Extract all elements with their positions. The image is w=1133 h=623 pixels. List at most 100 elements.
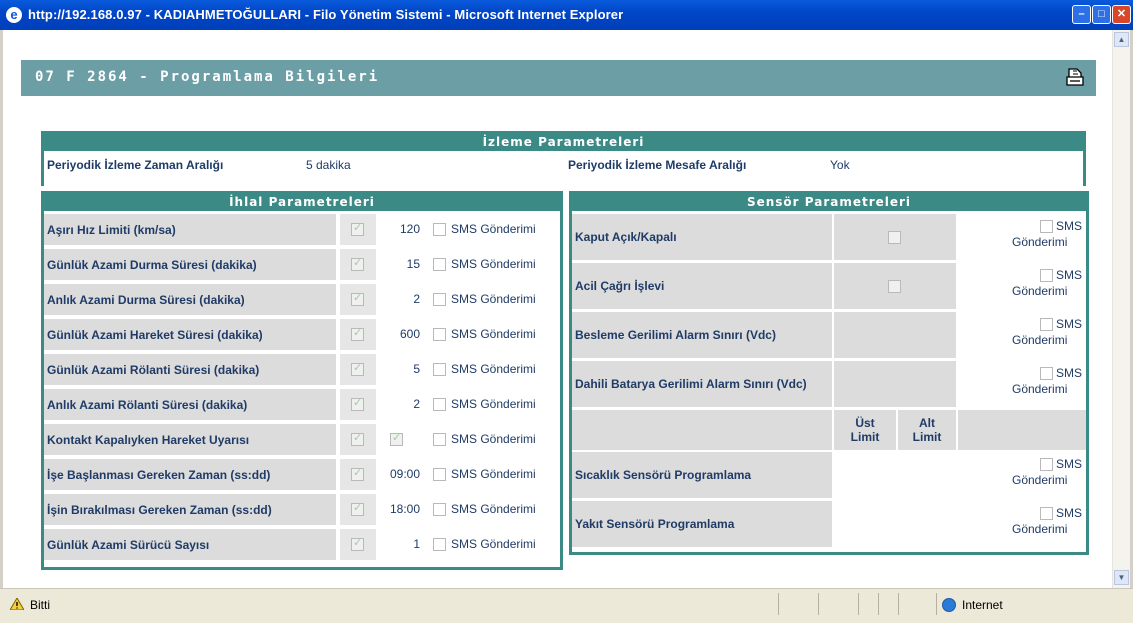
ihlal-label: Aşırı Hız Limiti (km/sa) <box>44 214 336 245</box>
sms-checkbox[interactable] <box>433 328 446 341</box>
ihlal-value: 15 <box>406 257 420 271</box>
ihlal-label: Günlük Azami Durma Süresi (dakika) <box>44 249 336 280</box>
sms-checkbox[interactable] <box>433 223 446 236</box>
ihlal-enable-cell <box>340 249 376 280</box>
sms-checkbox[interactable] <box>433 503 446 516</box>
sensor-enable-checkbox[interactable] <box>888 231 901 244</box>
ihlal-label: Günlük Azami Sürücü Sayısı <box>44 529 336 560</box>
ihlal-enable-cell <box>340 389 376 420</box>
sensor-label-text: Acil Çağrı İşlevi <box>575 279 665 293</box>
ihlal-value-checkbox[interactable] <box>390 431 403 446</box>
ihlal-row: Günlük Azami Rölanti Süresi (dakika) 5 SMS… <box>44 354 560 385</box>
sms-label: SMS Gönderimi <box>451 502 536 516</box>
zaman-label: Periyodik İzleme Zaman Aralığı <box>47 158 224 172</box>
ihlal-label: Günlük Azami Rölanti Süresi (dakika) <box>44 354 336 385</box>
ihlal-enable-checkbox[interactable] <box>351 256 364 271</box>
status-pane <box>778 593 779 615</box>
ihlal-enable-checkbox[interactable] <box>351 221 364 236</box>
sms-checkbox[interactable] <box>433 398 446 411</box>
sms-label-2: Gönderimi <box>1012 522 1068 536</box>
sms-label: SMS <box>1056 506 1083 520</box>
limit-blank-cell <box>572 410 832 450</box>
ihlal-value: 2 <box>413 292 420 306</box>
sms-checkbox[interactable] <box>1040 269 1053 282</box>
ihlal-enable-checkbox[interactable] <box>351 326 364 341</box>
ihlal-row: İşe Başlanması Gereken Zaman (ss:dd) 09:0… <box>44 459 560 490</box>
ihlal-value: 1 <box>413 537 420 551</box>
sms-checkbox[interactable] <box>1040 318 1053 331</box>
vertical-scrollbar[interactable]: ▲ ▼ <box>1112 30 1130 588</box>
ihlal-enable-checkbox[interactable] <box>351 361 364 376</box>
ihlal-enable-checkbox[interactable] <box>351 431 364 446</box>
ihlal-enable-checkbox[interactable] <box>351 501 364 516</box>
status-pane <box>818 593 819 615</box>
sms-checkbox[interactable] <box>1040 367 1053 380</box>
status-pane <box>878 593 879 615</box>
sensor-row: Dahili Batarya Gerilimi Alarm Sınırı (Vd… <box>572 361 1086 407</box>
maximize-button[interactable]: □ <box>1092 5 1111 24</box>
status-pane <box>858 593 859 615</box>
ihlal-label-text: Günlük Azami Hareket Süresi (dakika) <box>47 327 263 342</box>
sms-label: SMS Gönderimi <box>451 292 536 306</box>
ihlal-enable-checkbox[interactable] <box>351 396 364 411</box>
ust-limit-text: Üst Limit <box>850 416 880 444</box>
ihlal-label: İşe Başlanması Gereken Zaman (ss:dd) <box>44 459 336 490</box>
sensor-section: Sensör Parametreleri Kaput Açık/Kapalı SM… <box>569 191 1089 555</box>
sensor-row: Yakıt Sensörü Programlama SMS Gönderimi <box>572 501 1086 547</box>
sensor-label: Acil Çağrı İşlevi <box>572 263 832 309</box>
sms-label: SMS Gönderimi <box>451 397 536 411</box>
mesafe-label: Periyodik İzleme Mesafe Aralığı <box>568 158 747 172</box>
sms-checkbox[interactable] <box>433 468 446 481</box>
ihlal-enable-checkbox[interactable] <box>351 536 364 551</box>
ihlal-enable-cell <box>340 319 376 350</box>
sms-checkbox[interactable] <box>1040 220 1053 233</box>
limit-header-row: Üst Limit Alt Limit <box>572 410 1086 450</box>
sms-label: SMS Gönderimi <box>451 222 536 236</box>
sensor-enable-checkbox[interactable] <box>888 280 901 293</box>
ust-limit-header: Üst Limit <box>834 410 896 450</box>
sensor-row: Besleme Gerilimi Alarm Sınırı (Vdc) SMS Gö… <box>572 312 1086 358</box>
scroll-up-icon[interactable]: ▲ <box>1114 32 1129 47</box>
ie-logo-icon: e <box>6 7 22 23</box>
sms-checkbox[interactable] <box>1040 507 1053 520</box>
sensor-label: Dahili Batarya Gerilimi Alarm Sınırı (Vd… <box>572 361 832 407</box>
sensor-label: Besleme Gerilimi Alarm Sınırı (Vdc) <box>572 312 832 358</box>
sms-checkbox[interactable] <box>1040 458 1053 471</box>
alt-limit-header: Alt Limit <box>898 410 956 450</box>
sensor-value-cell <box>834 312 956 358</box>
sensor-row: Sıcaklık Sensörü Programlama SMS Gönderimi <box>572 452 1086 498</box>
scroll-down-icon[interactable]: ▼ <box>1114 570 1129 585</box>
sms-label-2: Gönderimi <box>1012 333 1068 347</box>
sms-checkbox[interactable] <box>433 538 446 551</box>
close-button[interactable]: ✕ <box>1112 5 1131 24</box>
ihlal-label-text: Anlık Azami Rölanti Süresi (dakika) <box>47 397 248 412</box>
minimize-button[interactable]: – <box>1072 5 1091 24</box>
izleme-section: İzleme Parametreleri Periyodik İzleme Za… <box>41 131 1086 186</box>
sensor-row: Acil Çağrı İşlevi SMS Gönderimi <box>572 263 1086 309</box>
sms-checkbox[interactable] <box>433 363 446 376</box>
zaman-value: 5 dakika <box>306 158 351 172</box>
ihlal-label: Anlık Azami Rölanti Süresi (dakika) <box>44 389 336 420</box>
sms-checkbox[interactable] <box>433 258 446 271</box>
sms-label: SMS <box>1056 457 1083 471</box>
sms-label: SMS Gönderimi <box>451 432 536 446</box>
ihlal-enable-cell <box>340 284 376 315</box>
sms-checkbox[interactable] <box>433 433 446 446</box>
ihlal-label: İşin Bırakılması Gereken Zaman (ss:dd) <box>44 494 336 525</box>
print-icon[interactable] <box>1064 66 1086 88</box>
sensor-heading: Sensör Parametreleri <box>572 194 1086 211</box>
ihlal-label-text: İşe Başlanması Gereken Zaman (ss:dd) <box>47 467 271 482</box>
sms-label-2: Gönderimi <box>1012 382 1068 396</box>
ihlal-row: Kontakt Kapalıyken Hareket Uyarısı SMS Gö… <box>44 424 560 455</box>
status-pane <box>936 593 937 615</box>
sms-checkbox[interactable] <box>433 293 446 306</box>
sms-label-2: Gönderimi <box>1012 284 1068 298</box>
ihlal-enable-checkbox[interactable] <box>351 291 364 306</box>
globe-icon <box>942 598 956 612</box>
ihlal-enable-cell <box>340 214 376 245</box>
ihlal-enable-checkbox[interactable] <box>351 466 364 481</box>
sms-label: SMS <box>1056 366 1083 380</box>
sms-label: SMS Gönderimi <box>451 327 536 341</box>
ihlal-value: 09:00 <box>389 467 420 481</box>
ihlal-label: Kontakt Kapalıyken Hareket Uyarısı <box>44 424 336 455</box>
